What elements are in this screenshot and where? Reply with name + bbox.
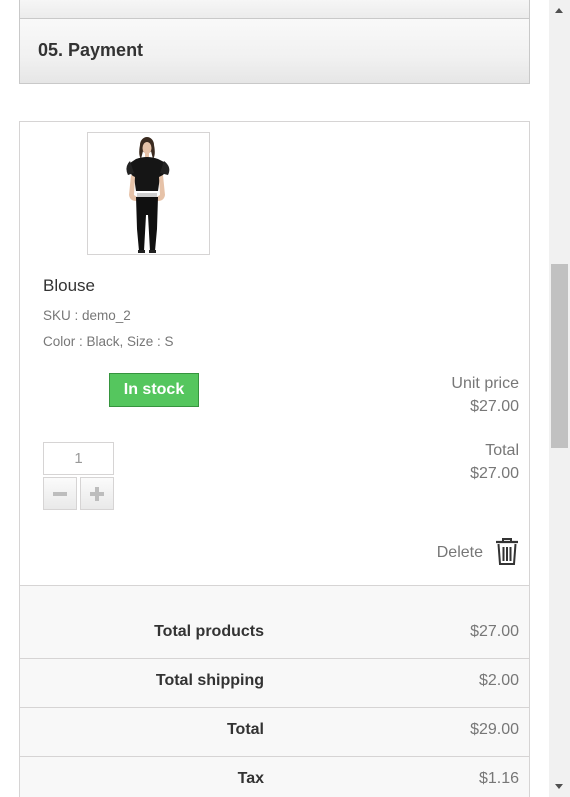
delete-label[interactable]: Delete	[437, 544, 483, 562]
totals-label: Tax	[237, 770, 264, 787]
stock-badge: In stock	[109, 373, 199, 407]
totals-row: Total products $27.00	[20, 586, 529, 659]
step-title: 05. Payment	[38, 40, 144, 60]
totals-value: $29.00	[470, 721, 519, 738]
scroll-down-arrow-icon[interactable]	[549, 776, 570, 797]
product-attributes[interactable]: Color : Black, Size : S	[43, 334, 174, 349]
product-name[interactable]: Blouse	[43, 276, 95, 296]
totals-label: Total products	[154, 623, 264, 640]
minus-icon	[53, 487, 67, 501]
unit-price-value: $27.00	[470, 398, 519, 415]
totals-row: Tax $1.16	[20, 757, 529, 797]
totals-row: Total shipping $2.00	[20, 659, 529, 708]
plus-icon	[90, 486, 104, 501]
line-total-label: Total	[485, 442, 519, 459]
totals-label: Total shipping	[155, 672, 264, 689]
page-viewport: 05. Payment Blouse SKU: demo_2 Color: …	[0, 0, 549, 797]
product-image[interactable]	[87, 132, 210, 255]
vertical-scrollbar[interactable]	[549, 0, 570, 797]
scroll-up-arrow-icon[interactable]	[549, 0, 570, 21]
product-photo-icon	[88, 133, 209, 254]
quantity-decrease-button[interactable]	[43, 477, 77, 510]
totals-value: $2.00	[478, 672, 519, 689]
totals-value: $1.16	[478, 770, 519, 787]
cart-panel: Blouse SKU : demo_2 Color : Black, Size …	[19, 121, 530, 797]
line-total-value: $27.00	[470, 465, 519, 482]
checkout-step-previous[interactable]	[19, 0, 530, 19]
checkout-step-payment[interactable]: 05. Payment	[19, 18, 530, 84]
product-sku: SKU : demo_2	[43, 308, 131, 323]
scrollbar-thumb[interactable]	[551, 264, 568, 448]
quantity-increase-button[interactable]	[80, 477, 114, 510]
quantity-input[interactable]	[43, 442, 114, 475]
unit-price-label: Unit price	[451, 375, 519, 392]
totals-label: Total	[226, 721, 264, 738]
trash-icon[interactable]	[495, 538, 519, 566]
totals-row: Total $29.00	[20, 708, 529, 757]
totals-value: $27.00	[470, 623, 519, 640]
totals-table: Total products $27.00 Total shipping $2.…	[20, 586, 529, 797]
